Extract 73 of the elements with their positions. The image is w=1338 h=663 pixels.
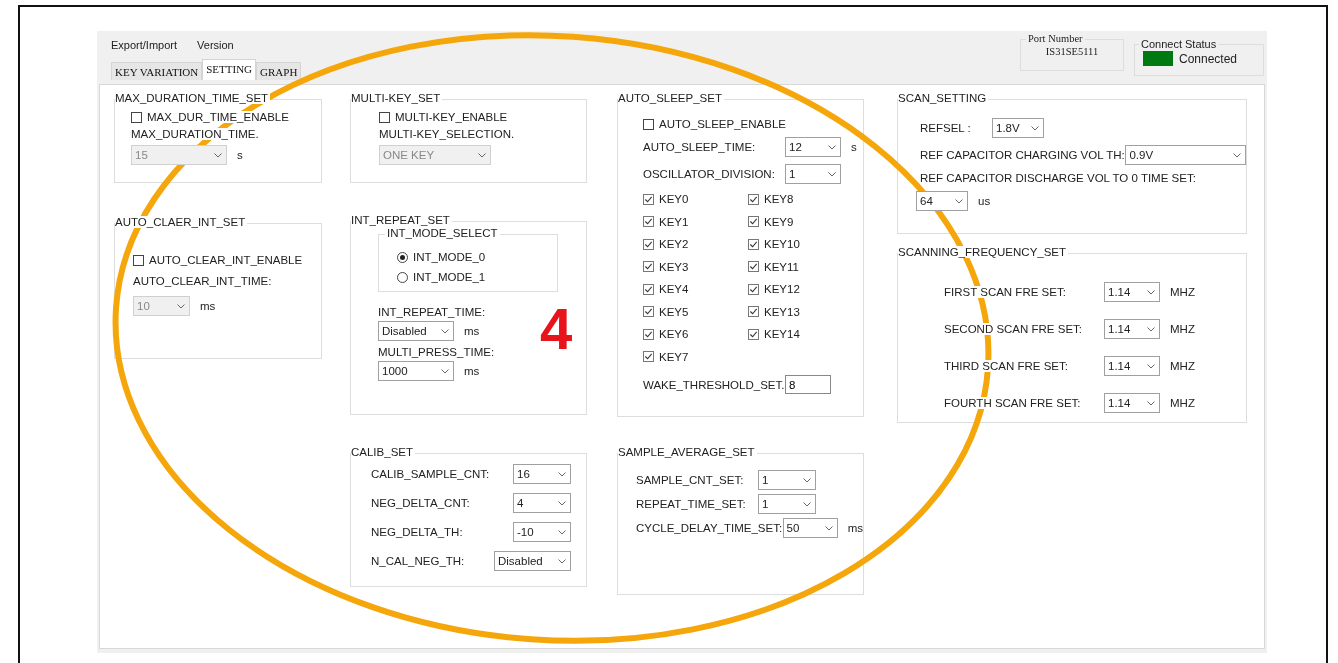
group-title: MAX_DURATION_TIME_SET [115,92,271,104]
dropdown[interactable]: 4 [513,493,571,513]
checkbox-label: KEY10 [764,238,800,251]
dropdown[interactable]: 1.14 [1104,393,1160,413]
group-title: INT_REPEAT_SET [351,214,452,226]
group-title: CALIB_SET [351,446,415,458]
dropdown[interactable]: 0.9V [1125,145,1246,165]
unit-label: MHZ [1170,360,1195,372]
field-label: MULTI_PRESS_TIME: [378,346,495,358]
dropdown[interactable]: -10 [513,522,571,542]
checkbox-label: KEY2 [659,238,689,251]
checkbox-label: KEY1 [659,215,689,228]
checkbox-label: MAX_DUR_TIME_ENABLE [147,111,289,123]
field-label: WAKE_THRESHOLD_SET. [643,378,785,391]
port-value: IS31SE5111 [1045,46,1099,57]
group-title: SAMPLE_AVERAGE_SET [618,446,757,458]
dropdown[interactable]: Disabled [378,321,454,341]
group-title: SCANNING_FREQUENCY_SET [898,246,1069,258]
checkbox-label: KEY7 [659,350,689,363]
radio-label: INT_MODE_0 [413,251,486,263]
group-title: MULTI-KEY_SET [351,92,443,104]
checkbox-label: AUTO_SLEEP_ENABLE [659,118,786,130]
radio-label: INT_MODE_1 [413,271,486,283]
dropdown[interactable]: 16 [513,464,571,484]
dropdown[interactable]: Disabled [494,551,571,571]
field-label: MULTI-KEY_SELECTION. [379,128,515,140]
checkbox-label: KEY0 [659,193,689,206]
port-label: Port Number [1026,33,1085,44]
checkbox-label: KEY14 [764,328,800,341]
group-title: SCAN_SETTING [898,92,989,104]
checkbox-label: KEY11 [764,260,799,273]
menu-item[interactable]: Export/Import [111,39,178,51]
checkbox-label: KEY8 [764,193,794,206]
dropdown[interactable]: 1 [758,494,816,514]
field-label: AUTO_CLEAR_INT_TIME: [133,275,272,287]
dropdown[interactable]: 1.14 [1104,356,1160,376]
unit-label: MHZ [1170,323,1195,335]
field-label: MAX_DURATION_TIME. [131,128,259,140]
checkbox-label: KEY5 [659,305,689,318]
unit-label: MHZ [1170,286,1195,298]
group-title: AUTO_SLEEP_SET [618,92,724,104]
unit-label: MHZ [1170,397,1195,409]
checkbox-label: KEY13 [764,305,800,318]
tab[interactable]: KEY VARIATION [111,62,203,80]
menu-item[interactable]: Version [197,39,234,51]
dropdown[interactable]: 1000 [378,361,454,381]
dropdown[interactable]: 1.14 [1104,319,1160,339]
dropdown[interactable]: 1 [758,470,816,490]
group-title: AUTO_CLAER_INT_SET [115,216,248,228]
dropdown[interactable]: 1 [785,164,841,184]
checkbox-label: MULTI-KEY_ENABLE [395,111,508,123]
dropdown[interactable]: 50 [782,518,838,538]
dropdown[interactable]: 1.14 [1104,282,1160,302]
field-label: CYCLE_DELAY_TIME_SET: [636,522,783,534]
field-label: REF CAPACITOR CHARGING VOL TH: [920,149,1126,161]
checkbox-label: KEY4 [659,283,689,296]
checkbox-label: AUTO_CLEAR_INT_ENABLE [149,254,303,266]
checkbox-label: KEY6 [659,328,689,341]
tab[interactable]: GRAPH [256,62,302,80]
field-label: INT_REPEAT_TIME: [378,306,486,318]
annotation-number: 4 [540,300,573,358]
dropdown[interactable]: 12 [785,137,841,157]
group-title: INT_MODE_SELECT [385,227,500,239]
dropdown[interactable]: 1.8V [992,118,1044,138]
input-field[interactable]: 8 [785,375,831,394]
status-label: Connect Status [1139,38,1219,50]
checkbox-label: KEY3 [659,260,689,273]
dropdown[interactable]: 64 [916,191,968,211]
tab[interactable]: SETTING [202,59,257,80]
field-label: REF CAPACITOR DISCHARGE VOL TO 0 TIME SET: [920,172,1196,184]
checkbox-label: KEY9 [764,215,794,228]
status-text: Connected [1179,51,1238,66]
checkbox-label: KEY12 [764,283,800,296]
